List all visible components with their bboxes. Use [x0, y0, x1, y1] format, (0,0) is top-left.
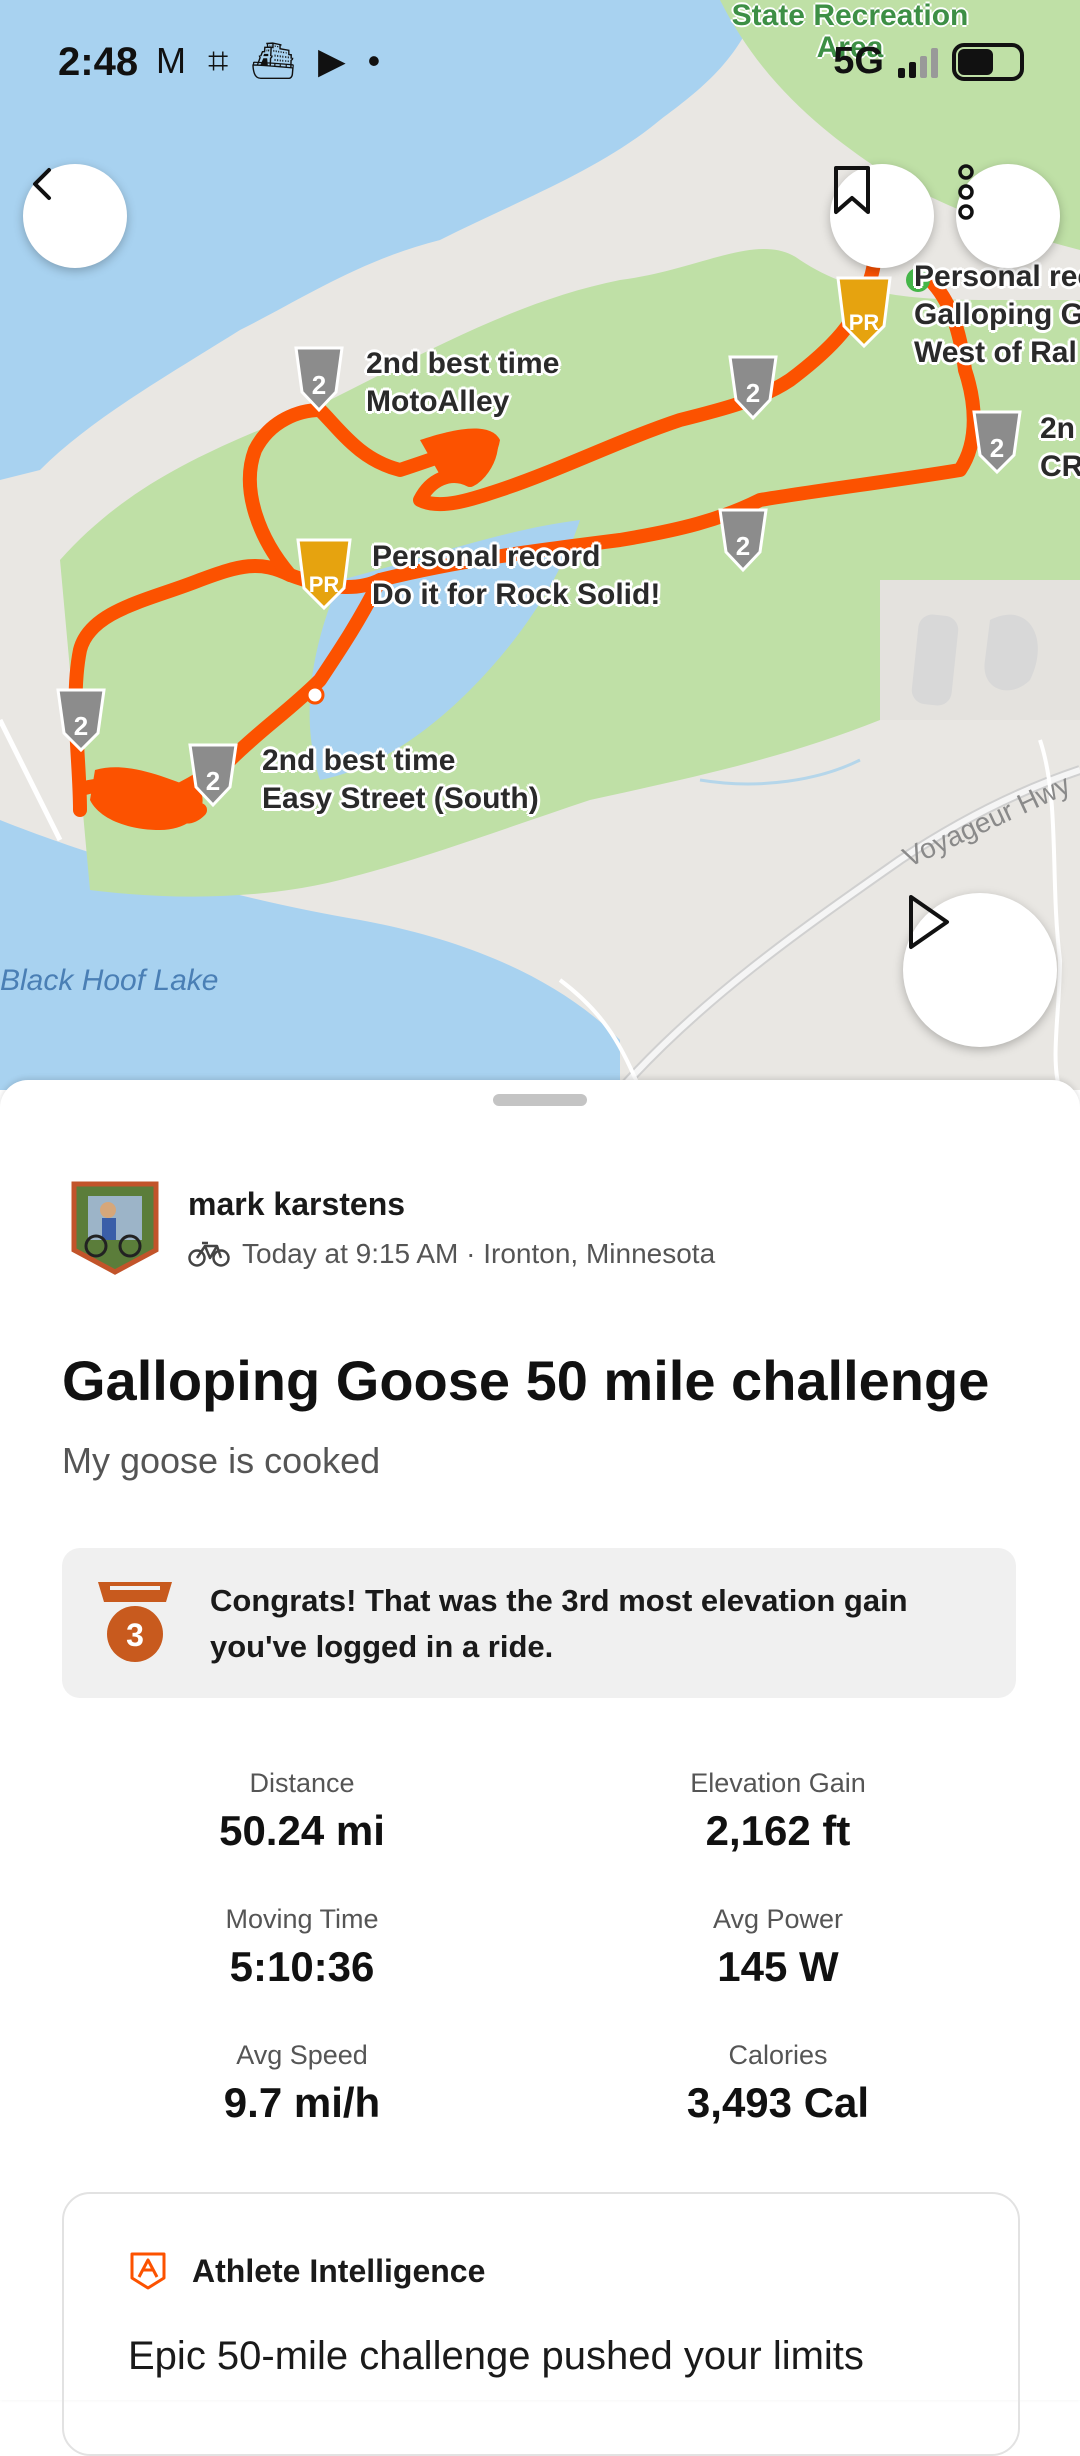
bookmark-icon	[834, 166, 870, 214]
save-button[interactable]	[830, 164, 934, 268]
avatar[interactable]	[70, 1180, 160, 1276]
avatar-image	[71, 1181, 159, 1275]
activity-meta: Today at 9:15 AM · Ironton, Minnesota	[188, 1238, 715, 1270]
bike-icon	[188, 1241, 230, 1267]
segment-rank-badge: 2	[746, 378, 760, 408]
signal-icon	[898, 46, 938, 78]
achievement-text: Congrats! That was the 3rd most elevatio…	[210, 1583, 908, 1664]
stat-value: 3,493 Cal	[686, 2079, 870, 2126]
segment-label: Personal record Do it for Rock Solid!	[372, 540, 661, 611]
stat-value: 2,162 ft	[705, 1807, 851, 1854]
stat-value: 9.7 mi/h	[223, 2079, 381, 2126]
stat-label: Avg Power	[712, 1904, 844, 1934]
athlete-name[interactable]: mark karstens	[188, 1186, 405, 1223]
bronze-medal-icon: 3	[98, 1582, 172, 1662]
segment-label: 2nd best time MotoAlley	[366, 347, 560, 418]
stat-elevation-gain: Elevation Gain 2,162 ft	[538, 1768, 1018, 1855]
stat-moving-time: Moving Time 5:10:36	[62, 1904, 542, 1991]
play-icon	[909, 895, 949, 949]
notification-icons: M ⌗ ⛴ ▶ •	[156, 40, 387, 81]
stat-calories: Calories 3,493 Cal	[538, 2040, 1018, 2127]
athlete-intelligence-card[interactable]: Athlete Intelligence Epic 50-mile challe…	[62, 2192, 1020, 2456]
stat-label: Moving Time	[225, 1904, 379, 1934]
athlete-intelligence-summary: Epic 50-mile challenge pushed your limit…	[128, 2334, 864, 2378]
stat-value: 5:10:36	[229, 1943, 375, 1990]
athlete-intelligence-header: Athlete Intelligence	[128, 2250, 485, 2292]
segment-rank-badge: 2	[206, 766, 220, 796]
stat-value: 50.24 mi	[219, 1807, 385, 1854]
stat-avg-speed: Avg Speed 9.7 mi/h	[62, 2040, 542, 2127]
sheet-drag-handle[interactable]	[493, 1094, 587, 1106]
segment-rank-badge: 2	[736, 531, 750, 561]
pr-badge: PR	[309, 572, 340, 597]
stat-value: 145 W	[717, 1943, 839, 1990]
segment-rank-badge: 2	[74, 711, 88, 741]
medal-rank: 3	[126, 1617, 144, 1653]
stat-label: Calories	[728, 2040, 828, 2070]
segment-label: 2n CR	[1040, 412, 1080, 483]
play-flyover-button[interactable]	[903, 893, 1057, 1047]
segment-label: 2nd best time Easy Street (South)	[262, 744, 539, 815]
status-time: 2:48	[58, 40, 139, 84]
status-bar: 2:48 M ⌗ ⛴ ▶ • 5G	[0, 0, 1080, 130]
route-map[interactable]: 2 2 2 2 2 2 PR PR State Recreation Area …	[0, 0, 1080, 1090]
segment-label: Personal rec Galloping G West of Ral	[914, 260, 1080, 369]
battery-icon	[952, 42, 1024, 81]
stat-label: Avg Speed	[236, 2040, 368, 2070]
lake-label: Black Hoof Lake	[0, 964, 219, 997]
activity-title: Galloping Goose 50 mile challenge	[62, 1349, 990, 1412]
stat-distance: Distance 50.24 mi	[62, 1768, 542, 1855]
activity-sheet: mark karstens Today at 9:15 AM · Ironton…	[0, 1080, 1080, 2456]
segment-rank-badge: 2	[990, 433, 1004, 463]
athlete-intelligence-icon	[130, 2252, 166, 2290]
more-vertical-icon	[958, 164, 974, 220]
chevron-left-icon	[33, 168, 51, 200]
athlete-intelligence-title: Athlete Intelligence	[192, 2252, 486, 2289]
network-label: 5G	[833, 40, 884, 82]
stat-avg-power: Avg Power 145 W	[538, 1904, 1018, 1991]
achievement-banner[interactable]: 3 Congrats! That was the 3rd most elevat…	[62, 1548, 1016, 1698]
activity-datetime-location: Today at 9:15 AM · Ironton, Minnesota	[242, 1238, 716, 1269]
more-options-button[interactable]	[956, 164, 1060, 268]
segment-rank-badge: 2	[312, 370, 326, 400]
activity-description: My goose is cooked	[62, 1440, 381, 1481]
stat-label: Elevation Gain	[690, 1768, 866, 1798]
back-button[interactable]	[23, 164, 127, 268]
stat-label: Distance	[249, 1768, 355, 1798]
status-right: 5G	[833, 40, 1024, 83]
pr-badge: PR	[849, 310, 880, 335]
